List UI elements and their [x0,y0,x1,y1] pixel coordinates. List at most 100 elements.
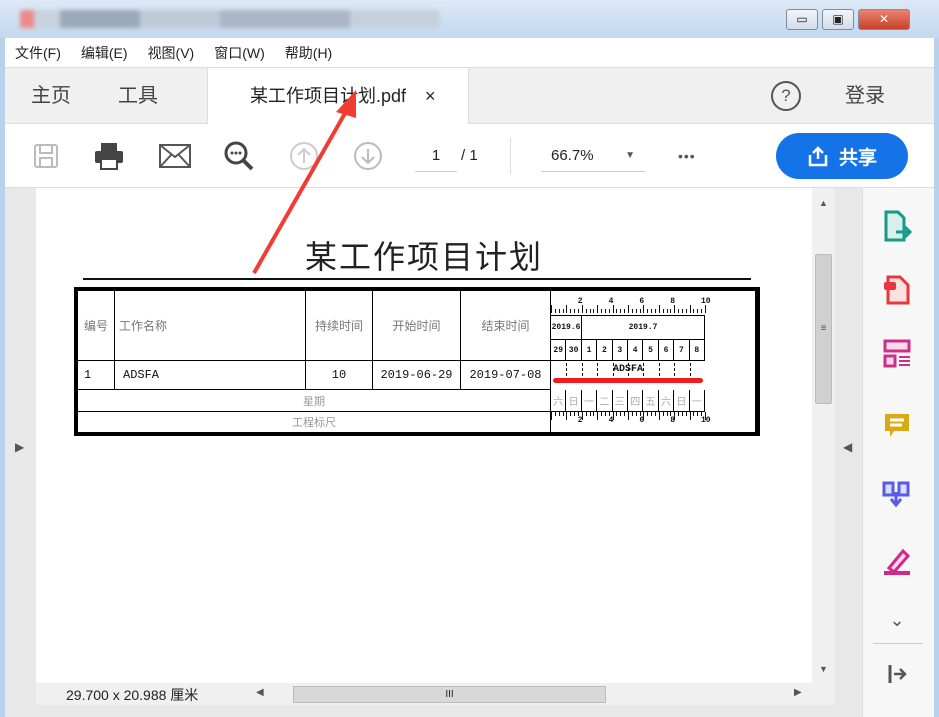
weekday-label: 星期 [78,390,551,412]
close-window-button[interactable]: ✕ [858,9,910,30]
weekday-cell: 二 [597,390,613,412]
header-name: 工作名称 [115,291,306,361]
page-number-input[interactable]: 1 [415,142,457,172]
ruler-row-label: 工程标尺 [78,412,551,432]
share-icon [808,146,828,167]
vertical-scrollbar[interactable]: ▲ ≡ ▼ [812,188,835,683]
weekday-cell: 日 [566,390,582,412]
ruler-tick [551,305,552,313]
day-cell: 7 [674,340,690,361]
print-icon[interactable] [93,140,125,172]
window-title-blurred [20,10,440,28]
tab-tools[interactable]: 工具 [118,68,158,124]
ruler-tick [628,412,629,420]
ruler-tick [624,412,626,416]
ruler-tick [693,309,695,313]
ruler-tick [697,412,699,416]
ruler-tick [574,309,576,313]
day-cell: 29 [551,340,567,361]
day-cell: 4 [628,340,644,361]
ruler-tick [597,305,599,313]
combine-files-icon[interactable] [877,474,917,514]
help-icon[interactable]: ? [771,81,801,111]
gantt-bar-label: ADSFA [612,364,643,375]
row-duration: 10 [306,361,373,390]
ruler-tick [689,305,691,313]
ruler-tick [666,412,668,416]
ruler-tick [674,305,676,313]
page-total: / 1 [461,147,478,164]
status-bar: 29.700 x 20.988 厘米 ◀ III ▶ [36,683,835,705]
divider [510,138,511,174]
tab-home[interactable]: 主页 [31,68,71,124]
ruler-tick [620,412,622,416]
weekday-cell: 三 [612,390,628,412]
toolbar: 1 / 1 66.7% ▼ ••• 共享 [5,124,934,188]
maximize-button[interactable]: ▣ [822,9,854,30]
export-pdf-icon[interactable] [877,206,917,246]
ruler-tick [654,309,656,313]
email-icon[interactable] [159,140,191,172]
ruler-tick [647,309,649,313]
more-tools-chevron-icon[interactable]: ⌄ [877,600,917,640]
save-icon[interactable] [30,140,62,172]
day-cell: 6 [658,340,675,361]
login-button[interactable]: 登录 [845,68,885,124]
ruler-tick [585,412,587,416]
ruler-tick [697,309,699,313]
zoom-select[interactable]: 66.7% ▼ [541,142,645,172]
day-cell: 3 [612,340,628,361]
share-button[interactable]: 共享 [776,133,908,179]
ruler-label: 8 [670,416,675,425]
row-id: 1 [78,361,115,390]
ruler-tick [654,412,656,416]
weekday-cell: 一 [581,390,598,412]
ruler-tick [705,305,706,313]
row-name: ADSFA [115,361,306,390]
document-viewport: ▶ 某工作项目计划 编号 工作名称 持续时间 开始时间 结束时间 1 ADSFA… [5,90,862,717]
more-options-button[interactable]: ••• [678,142,696,170]
ruler-tick [616,309,618,313]
weekday-cell: 日 [674,390,690,412]
menu-view[interactable]: 视图(V) [138,38,205,68]
tab-bar: 主页 工具 某工作项目计划.pdf × ? 登录 [5,68,934,125]
minimize-button[interactable]: ▭ [786,9,818,30]
menu-help[interactable]: 帮助(H) [275,38,342,68]
ruler-tick [631,309,633,313]
ruler-label: 6 [639,297,645,306]
horizontal-scrollbar-thumb[interactable]: III [293,686,606,703]
menu-window[interactable]: 窗口(W) [204,38,275,68]
ruler-tick [589,412,591,416]
menu-edit[interactable]: 编辑(E) [71,38,138,68]
scroll-right-icon[interactable]: ▶ [794,687,802,698]
weekday-cell: 六 [658,390,675,412]
organize-pages-icon[interactable] [877,334,917,374]
ruler-tick [658,412,660,420]
ruler-tick [620,309,622,313]
ruler-tick [662,412,664,416]
scroll-up-icon[interactable]: ▲ [819,198,828,208]
comment-icon[interactable] [877,406,917,446]
ruler-label: 2 [577,297,583,306]
close-tab-icon[interactable]: × [425,86,436,106]
menu-file[interactable]: 文件(F) [5,38,71,68]
scroll-left-icon[interactable]: ◀ [256,687,264,698]
ruler-label: 4 [608,297,614,306]
collapse-panel-icon[interactable] [877,654,917,694]
fill-sign-icon[interactable] [877,542,917,582]
right-panel-collapse-icon[interactable]: ◀ [843,440,852,454]
zoom-value: 66.7% [551,147,594,164]
create-pdf-icon[interactable] [877,270,917,310]
ruler-tick [631,412,633,416]
ruler-tick [647,412,649,416]
left-panel-expand-icon[interactable]: ▶ [15,440,24,454]
scroll-down-icon[interactable]: ▼ [819,664,828,674]
header-start: 开始时间 [373,291,461,361]
day-cell: 1 [581,340,598,361]
ruler-tick [689,412,691,420]
ruler-tick [566,412,568,420]
ruler-tick [562,309,564,313]
annotation-arrow [252,90,356,274]
scrollbar-thumb[interactable]: ≡ [815,254,832,404]
ruler-tick [554,309,556,313]
